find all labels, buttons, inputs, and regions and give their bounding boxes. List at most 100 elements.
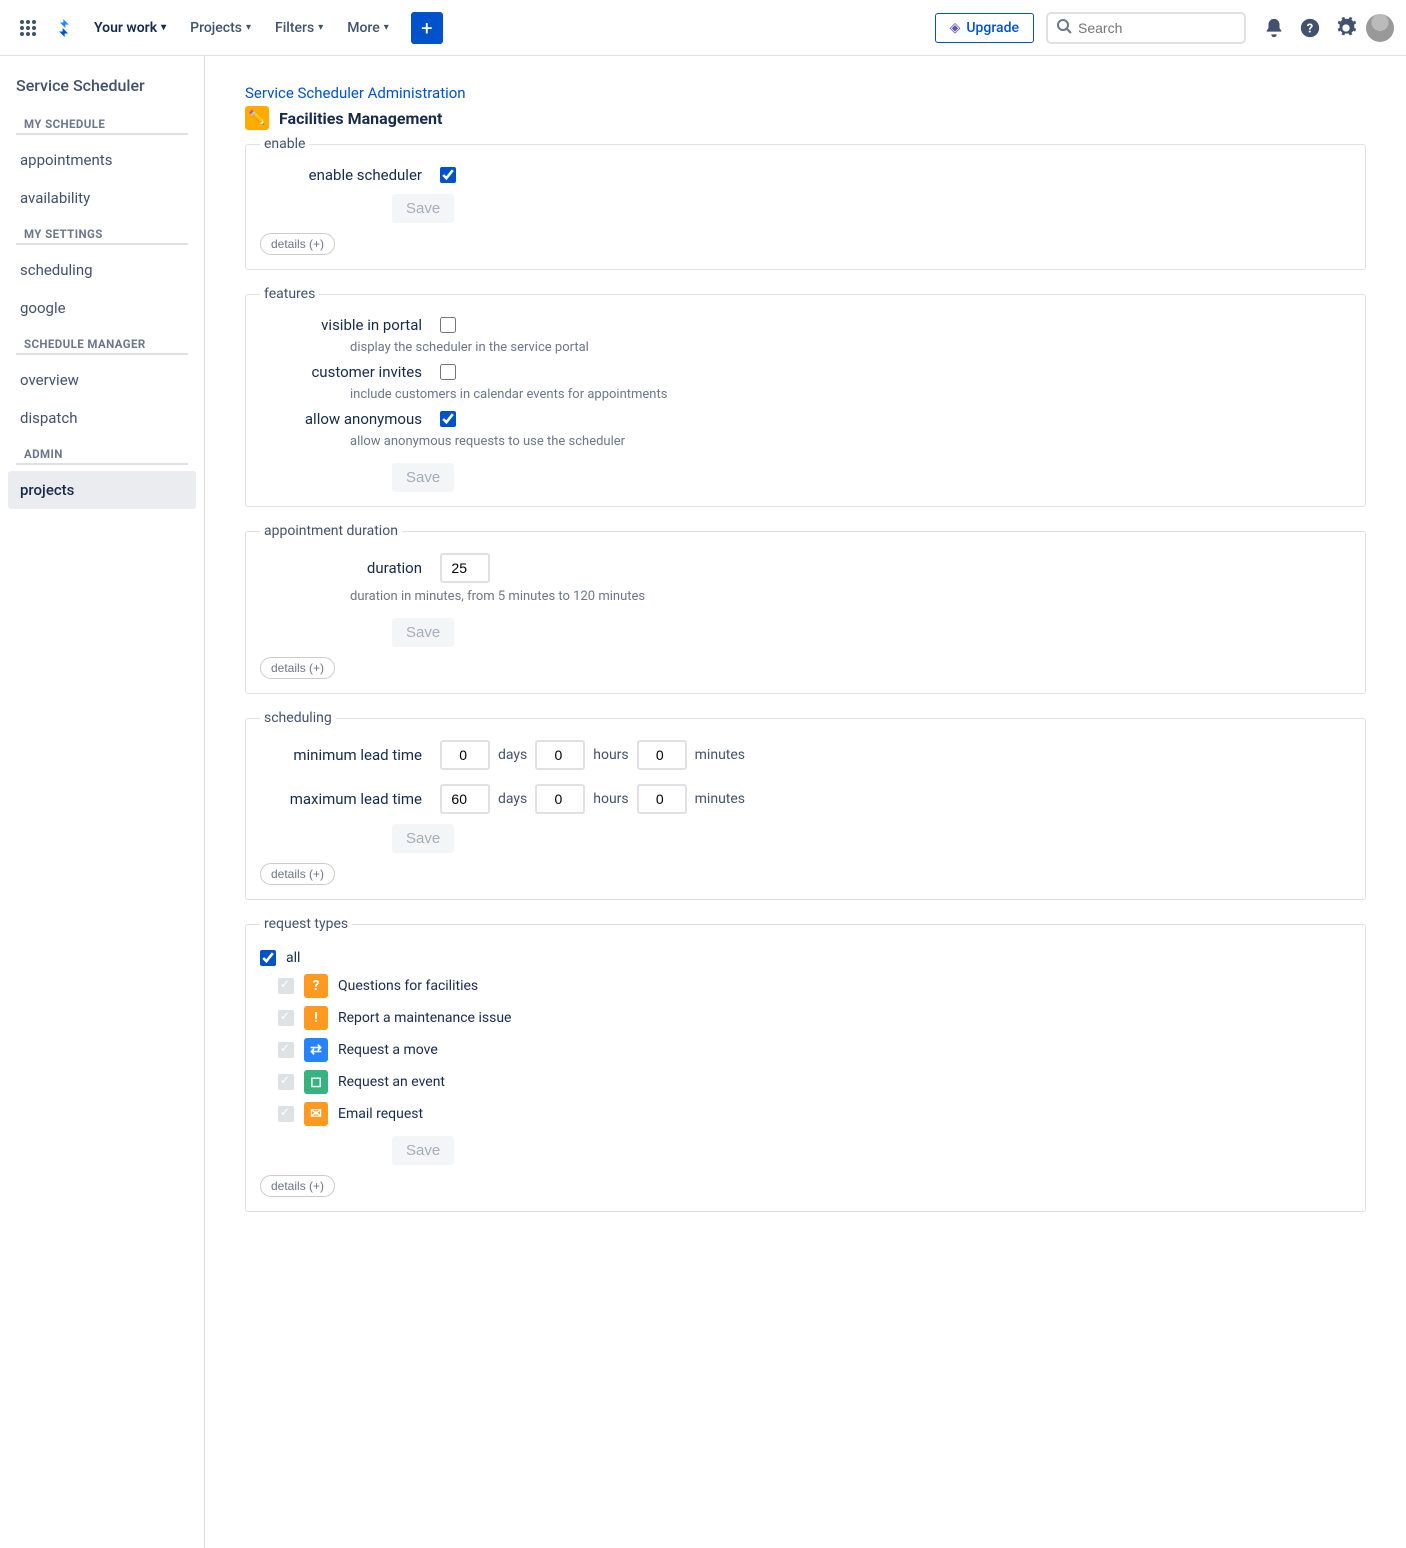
- feature-desc: include customers in calendar events for…: [350, 385, 1351, 410]
- search-input[interactable]: [1078, 20, 1236, 36]
- sidebar-item-projects[interactable]: projects: [8, 471, 196, 509]
- duration-save-button[interactable]: Save: [392, 618, 454, 647]
- minutes-unit: minutes: [695, 791, 745, 807]
- request-types-details-button[interactable]: details (+): [260, 1175, 335, 1197]
- feature-desc: allow anonymous requests to use the sche…: [350, 432, 1351, 457]
- all-label: all: [286, 950, 300, 966]
- sidebar-title: Service Scheduler: [8, 76, 196, 107]
- request-type-label: Questions for facilities: [338, 978, 478, 994]
- scheduling-save-button[interactable]: Save: [392, 824, 454, 853]
- create-button[interactable]: +: [411, 12, 443, 44]
- duration-fieldset: appointment duration duration duration i…: [245, 523, 1366, 694]
- nav-filters[interactable]: Filters ▾: [265, 14, 333, 42]
- request-types-legend: request types: [260, 916, 352, 932]
- request-type-label: Report a maintenance issue: [338, 1010, 511, 1026]
- scheduling-legend: scheduling: [260, 710, 336, 726]
- enable-fieldset: enable enable scheduler Save details (+): [245, 136, 1366, 270]
- svg-text:?: ?: [1307, 21, 1313, 36]
- user-avatar[interactable]: [1366, 14, 1394, 42]
- max-days-input[interactable]: [440, 784, 490, 814]
- enable-legend: enable: [260, 136, 309, 152]
- settings-icon[interactable]: [1330, 12, 1362, 44]
- max-minutes-input[interactable]: [637, 784, 687, 814]
- search-icon: [1056, 18, 1072, 38]
- search-input-container[interactable]: [1046, 12, 1246, 44]
- request-type-row: ! Report a maintenance issue: [260, 1002, 1351, 1034]
- request-types-save-button[interactable]: Save: [392, 1136, 454, 1165]
- breadcrumb[interactable]: Service Scheduler Administration: [245, 84, 1366, 102]
- scheduling-fieldset: scheduling minimum lead time days hours …: [245, 710, 1366, 900]
- chevron-down-icon: ▾: [246, 22, 251, 33]
- request-type-checkbox: [278, 978, 294, 994]
- sidebar-section-header: MY SCHEDULE: [16, 111, 188, 135]
- duration-legend: appointment duration: [260, 523, 402, 539]
- request-type-checkbox: [278, 1042, 294, 1058]
- page-title: Facilities Management: [279, 109, 442, 128]
- sidebar-item-scheduling[interactable]: scheduling: [8, 251, 196, 289]
- request-type-label: Request a move: [338, 1042, 438, 1058]
- jira-logo-icon[interactable]: [48, 12, 80, 44]
- nav-your-work[interactable]: Your work▾: [84, 14, 176, 42]
- chevron-down-icon: ▾: [384, 22, 389, 33]
- diamond-icon: ◈: [950, 20, 961, 36]
- duration-details-button[interactable]: details (+): [260, 657, 335, 679]
- nav-filters-label: Filters: [275, 20, 314, 36]
- feature-checkbox[interactable]: [440, 364, 456, 380]
- request-type-icon: ✉: [304, 1102, 328, 1126]
- sidebar-item-availability[interactable]: availability: [8, 179, 196, 217]
- features-save-button[interactable]: Save: [392, 463, 454, 492]
- features-legend: features: [260, 286, 319, 302]
- days-unit: days: [498, 791, 527, 807]
- enable-details-button[interactable]: details (+): [260, 233, 335, 255]
- request-type-row: ? Questions for facilities: [260, 970, 1351, 1002]
- request-types-fieldset: request types all ? Questions for facilit…: [245, 916, 1366, 1212]
- feature-label: allow anonymous: [260, 410, 440, 428]
- notifications-icon[interactable]: [1258, 12, 1290, 44]
- max-hours-input[interactable]: [535, 784, 585, 814]
- app-switcher-icon[interactable]: [12, 12, 44, 44]
- min-minutes-input[interactable]: [637, 740, 687, 770]
- chevron-down-icon: ▾: [318, 22, 323, 33]
- sidebar-item-google[interactable]: google: [8, 289, 196, 327]
- feature-desc: display the scheduler in the service por…: [350, 338, 1351, 363]
- feature-checkbox[interactable]: [440, 317, 456, 333]
- request-type-icon: ◻: [304, 1070, 328, 1094]
- duration-input[interactable]: [440, 553, 490, 583]
- feature-checkbox[interactable]: [440, 411, 456, 427]
- request-type-row: ✉Email request: [260, 1098, 1351, 1130]
- plus-icon: +: [421, 16, 432, 40]
- enable-scheduler-label: enable scheduler: [260, 166, 440, 184]
- nav-projects-label: Projects: [190, 20, 242, 36]
- all-checkbox[interactable]: [260, 950, 276, 966]
- request-type-icon: !: [304, 1006, 328, 1030]
- help-icon[interactable]: ?: [1294, 12, 1326, 44]
- request-type-checkbox: [278, 1106, 294, 1122]
- min-hours-input[interactable]: [535, 740, 585, 770]
- minutes-unit: minutes: [695, 747, 745, 763]
- enable-save-button[interactable]: Save: [392, 194, 454, 223]
- days-unit: days: [498, 747, 527, 763]
- scheduling-details-button[interactable]: details (+): [260, 863, 335, 885]
- enable-scheduler-checkbox[interactable]: [440, 167, 456, 183]
- feature-label: visible in portal: [260, 316, 440, 334]
- project-icon: ✏️: [245, 106, 269, 130]
- nav-projects[interactable]: Projects ▾: [180, 14, 261, 42]
- feature-label: customer invites: [260, 363, 440, 381]
- request-type-icon: ?: [304, 974, 328, 998]
- sidebar-item-dispatch[interactable]: dispatch: [8, 399, 196, 437]
- request-type-label: Request an event: [338, 1074, 445, 1090]
- top-navigation: Your work▾ Projects ▾ Filters ▾ More▾ + ◈ …: [0, 0, 1406, 56]
- sidebar-item-overview[interactable]: overview: [8, 361, 196, 399]
- features-fieldset: features visible in portal display the sc…: [245, 286, 1366, 507]
- request-type-checkbox: [278, 1010, 294, 1026]
- nav-more[interactable]: More▾: [337, 14, 399, 42]
- sidebar-section-header: SCHEDULE MANAGER: [16, 331, 188, 355]
- sidebar-item-appointments[interactable]: appointments: [8, 141, 196, 179]
- chevron-down-icon: ▾: [161, 22, 166, 33]
- request-type-checkbox: [278, 1074, 294, 1090]
- min-days-input[interactable]: [440, 740, 490, 770]
- upgrade-button[interactable]: ◈ Upgrade: [935, 13, 1034, 43]
- request-type-row: ◻ Request an event: [260, 1066, 1351, 1098]
- min-lead-label: minimum lead time: [260, 746, 440, 764]
- request-type-icon: ⇄: [304, 1038, 328, 1062]
